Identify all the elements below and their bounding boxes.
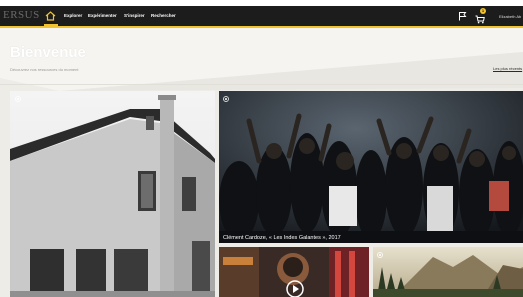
- nav-experimenter[interactable]: Expérimenter: [88, 13, 117, 18]
- neon-photo-card[interactable]: [219, 247, 369, 297]
- valley-photo: [373, 247, 523, 297]
- concert-photo: [219, 91, 523, 243]
- house-photo-card[interactable]: [10, 91, 215, 297]
- nav-rechercher[interactable]: Rechercher: [151, 13, 176, 18]
- user-menu[interactable]: Elizabeth Ab: [499, 14, 521, 19]
- top-navigation-bar: ERSUS Explorer Expérimenter S'inspirer R…: [0, 6, 523, 26]
- sort-link[interactable]: Les plus récents: [493, 66, 522, 71]
- valley-photo-card[interactable]: [373, 247, 523, 297]
- media-icon: [377, 252, 383, 258]
- page: ERSUS Explorer Expérimenter S'inspirer R…: [0, 0, 523, 297]
- nav-inspirer[interactable]: S'inspirer: [124, 13, 145, 18]
- media-icon: [15, 96, 21, 102]
- cart-icon: [475, 15, 485, 24]
- site-logo[interactable]: ERSUS: [3, 9, 40, 21]
- concert-caption: Clément Cardoze, « Les Indes Galantes »,…: [223, 235, 341, 241]
- neon-photo: [219, 247, 369, 297]
- flag-icon[interactable]: [458, 11, 467, 21]
- page-title: Bienvenue: [10, 44, 86, 61]
- divider: [0, 84, 523, 85]
- nav-explorer[interactable]: Explorer: [64, 13, 82, 18]
- cart-count-badge: 1: [480, 8, 486, 14]
- home-icon: [45, 11, 56, 21]
- concert-photo-card[interactable]: [219, 91, 523, 243]
- home-button[interactable]: [44, 6, 58, 26]
- page-subtitle: Découvrez nos ressources du moment: [10, 67, 79, 72]
- house-photo: [10, 91, 215, 297]
- cart-button[interactable]: 1: [475, 8, 486, 24]
- media-icon: [223, 96, 229, 102]
